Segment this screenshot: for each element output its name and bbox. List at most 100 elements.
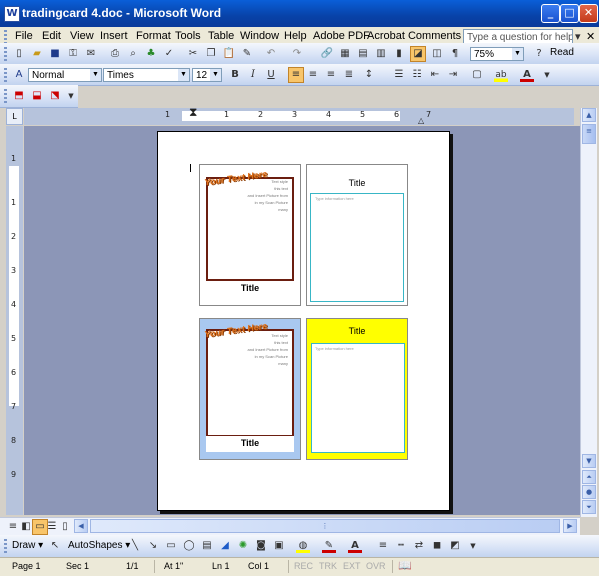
trading-card-4[interactable]: Title Type information here [306, 318, 408, 460]
reading-layout-icon[interactable]: ▯ [58, 520, 72, 534]
minimize-button[interactable]: _ [541, 4, 560, 23]
select-browse-object-button[interactable]: ● [582, 485, 596, 499]
close-document-button[interactable]: ✕ [586, 30, 595, 43]
research-icon[interactable]: ♣ [144, 47, 158, 61]
font-select[interactable]: Times ▼ [103, 68, 190, 82]
select-objects-icon[interactable]: ↖ [48, 539, 62, 553]
menu-help[interactable]: Help [284, 30, 307, 42]
next-page-button[interactable]: ⏷ [582, 500, 596, 514]
border-icon[interactable]: ▢ [470, 68, 484, 82]
undo-icon[interactable]: ↶ [264, 47, 278, 61]
word-app-icon[interactable]: W [4, 6, 20, 22]
scroll-up-button[interactable]: ▲ [582, 108, 596, 122]
show-hide-icon[interactable]: ¶ [448, 47, 462, 61]
pdf-review-icon[interactable]: ⬔ [48, 89, 62, 103]
menu-edit[interactable]: Edit [42, 30, 61, 42]
menu-adobe-pdf[interactable]: Adobe PDF [313, 30, 370, 42]
menu-format[interactable]: Format [136, 30, 171, 42]
card-title[interactable]: Title [307, 326, 407, 336]
arrow-icon[interactable]: ↘ [146, 539, 160, 553]
paste-icon[interactable]: 📋 [222, 47, 236, 61]
close-button[interactable]: ✕ [579, 4, 598, 23]
horizontal-scroll-thumb[interactable]: ⋮ [90, 519, 560, 533]
numbering-icon[interactable]: ☰ [392, 68, 406, 82]
maximize-button[interactable]: □ [560, 4, 579, 23]
line-spacing-icon[interactable]: ↕ [362, 68, 376, 82]
previous-page-button[interactable]: ⏶ [582, 470, 596, 484]
document-page[interactable]: Your Text Here Text style this text and … [157, 131, 450, 511]
redo-icon[interactable]: ↷ [290, 47, 304, 61]
chevron-down-icon[interactable]: ▼ [466, 539, 480, 553]
indent-marker-icon[interactable]: ⧗ [189, 105, 197, 120]
insert-table-icon[interactable]: ▤ [356, 47, 370, 61]
menu-tools[interactable]: Tools [175, 30, 201, 42]
bold-button[interactable]: B [228, 68, 242, 82]
card-placeholder[interactable]: Type information here [315, 346, 354, 351]
format-painter-icon[interactable]: ✎ [240, 47, 254, 61]
line-style-icon[interactable]: ≡ [376, 539, 390, 553]
draw-menu-button[interactable]: Draw ▾ [12, 540, 43, 551]
clip-art-icon[interactable]: ◙ [254, 539, 268, 553]
toolbar-grip[interactable] [4, 68, 7, 82]
save-icon[interactable]: ■ [48, 47, 62, 61]
trading-card-3[interactable]: Your Text Here Text style this text and … [199, 318, 301, 460]
menu-acrobat-comments[interactable]: Acrobat Comments [367, 30, 461, 42]
arrow-style-icon[interactable]: ⇄ [412, 539, 426, 553]
increase-indent-icon[interactable]: ⇥ [446, 68, 460, 82]
hyperlink-icon[interactable]: 🔗 [320, 47, 334, 61]
fill-color-icon[interactable]: ◍ [296, 539, 310, 553]
trading-card-2[interactable]: Title Type information here [306, 164, 408, 306]
styles-formatting-icon[interactable]: A [12, 68, 26, 82]
document-map-icon[interactable]: ◫ [430, 47, 444, 61]
convert-to-pdf-icon[interactable]: ⬒ [12, 89, 26, 103]
copy-icon[interactable]: ❐ [204, 47, 218, 61]
align-right-icon[interactable]: ≡ [324, 68, 338, 82]
chevron-down-icon[interactable]: ▼ [540, 68, 554, 82]
tab-selector[interactable]: L [6, 108, 23, 125]
chevron-down-icon[interactable]: ▼ [64, 89, 78, 103]
email-icon[interactable]: ✉ [84, 47, 98, 61]
wordart-icon[interactable]: ◢ [218, 539, 232, 553]
outline-view-icon[interactable]: ☰ [45, 520, 59, 534]
right-indent-marker-icon[interactable]: △ [418, 116, 424, 125]
font-size-select[interactable]: 12 ▼ [192, 68, 222, 82]
rectangle-icon[interactable]: ▭ [164, 539, 178, 553]
spelling-icon[interactable]: ✓ [162, 47, 176, 61]
insert-excel-icon[interactable]: ▥ [374, 47, 388, 61]
toolbar-grip[interactable] [4, 89, 7, 103]
line-icon[interactable]: ╲ [128, 539, 142, 553]
3d-style-icon[interactable]: ◩ [448, 539, 462, 553]
pdf-email-icon[interactable]: ⬓ [30, 89, 44, 103]
drawing-icon[interactable]: ◪ [410, 46, 426, 62]
status-rec[interactable]: REC [294, 561, 313, 571]
menu-insert[interactable]: Insert [100, 30, 128, 42]
scroll-right-button[interactable]: ▶ [563, 519, 577, 533]
oval-icon[interactable]: ◯ [182, 539, 196, 553]
scroll-down-button[interactable]: ▼ [582, 454, 596, 468]
print-preview-icon[interactable]: ⌕ [126, 47, 140, 61]
cut-icon[interactable]: ✂ [186, 47, 200, 61]
menu-grip[interactable] [4, 30, 7, 44]
card-title[interactable]: Title [307, 178, 407, 188]
scroll-left-button[interactable]: ◀ [74, 519, 88, 533]
style-select[interactable]: Normal ▼ [28, 68, 102, 82]
card-info-box[interactable] [311, 343, 405, 453]
drawing-font-color-button[interactable]: A [348, 539, 362, 553]
status-ext[interactable]: EXT [343, 561, 361, 571]
menu-file[interactable]: File [15, 30, 33, 42]
new-document-icon[interactable]: ▯ [12, 47, 26, 61]
open-folder-icon[interactable]: ▰ [30, 47, 44, 61]
horizontal-scrollbar[interactable]: ≡ ◧ ▭ ☰ ▯ ◀ ⋮ ▶ [0, 517, 580, 535]
highlight-button[interactable]: ab [494, 68, 508, 82]
vertical-scrollbar[interactable]: ▲ ≡ ▼ ⏶ ● ⏷ [580, 108, 597, 517]
scroll-thumb[interactable]: ≡ [582, 124, 596, 144]
underline-button[interactable]: U [264, 68, 278, 82]
columns-icon[interactable]: ▮ [392, 47, 406, 61]
card-title[interactable]: Title [200, 438, 300, 448]
toolbar-grip[interactable] [4, 47, 7, 61]
menu-view[interactable]: View [70, 30, 94, 42]
text-box-icon[interactable]: ▤ [200, 539, 214, 553]
read-button[interactable]: Read [550, 47, 574, 58]
normal-view-icon[interactable]: ≡ [6, 520, 20, 534]
line-color-icon[interactable]: ✎ [322, 539, 336, 553]
